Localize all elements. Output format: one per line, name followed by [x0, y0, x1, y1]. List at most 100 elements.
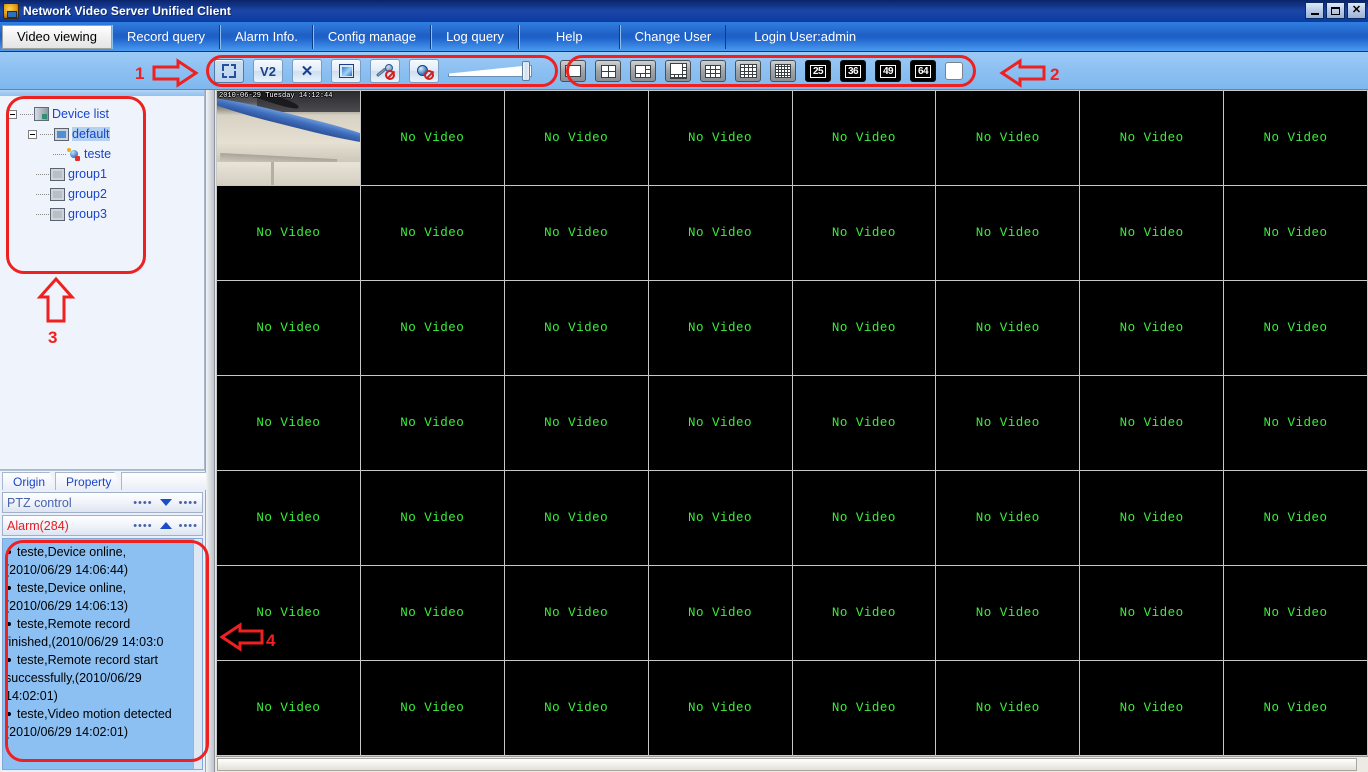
video-cell[interactable]: No Video: [936, 281, 1080, 375]
video-cell[interactable]: No Video: [936, 566, 1080, 660]
video-cell-live[interactable]: 2010-06-29 Tuesday 14:12:44: [217, 91, 360, 185]
tree-expander-minus-icon[interactable]: [8, 109, 17, 119]
video-cell[interactable]: No Video: [504, 661, 648, 755]
tab-origin[interactable]: Origin: [2, 472, 57, 490]
close-all-button[interactable]: ✕: [292, 59, 322, 83]
panel-splitter[interactable]: [206, 90, 215, 772]
layout-9-button[interactable]: [700, 60, 726, 82]
video-cell[interactable]: No Video: [217, 471, 360, 565]
video-cell[interactable]: No Video: [504, 186, 648, 280]
video-cell[interactable]: No Video: [648, 661, 792, 755]
tab-config-manage[interactable]: Config manage: [312, 24, 432, 49]
video-cell[interactable]: No Video: [792, 566, 936, 660]
tab-record-query[interactable]: Record query: [111, 24, 221, 49]
scrollbar-thumb[interactable]: [217, 758, 1358, 771]
maximize-button[interactable]: [1326, 2, 1345, 19]
tree-item-device-list[interactable]: Device list: [8, 104, 204, 124]
video-cell[interactable]: No Video: [360, 566, 504, 660]
snapshot-button[interactable]: [331, 59, 361, 83]
video-cell[interactable]: No Video: [936, 186, 1080, 280]
tab-log-query[interactable]: Log query: [431, 24, 519, 49]
layout-8-button[interactable]: [665, 60, 691, 82]
layout-4-button[interactable]: [595, 60, 621, 82]
alarm-list[interactable]: teste,Device online, (2010/06/29 14:06:4…: [2, 538, 203, 770]
video-cell[interactable]: No Video: [217, 186, 360, 280]
video-cell[interactable]: No Video: [1080, 376, 1224, 470]
layout-25-button[interactable]: 25: [805, 60, 831, 82]
video-cell[interactable]: No Video: [360, 471, 504, 565]
speaker-mute-button[interactable]: [409, 59, 439, 83]
video-cell[interactable]: No Video: [217, 566, 360, 660]
video-cell[interactable]: No Video: [504, 471, 648, 565]
video-cell[interactable]: No Video: [648, 471, 792, 565]
tree-item-group2[interactable]: group2: [8, 184, 204, 204]
layout-13-button[interactable]: [735, 60, 761, 82]
tab-help[interactable]: Help: [518, 24, 620, 49]
video-cell[interactable]: No Video: [1224, 566, 1367, 660]
volume-thumb[interactable]: [522, 61, 530, 81]
layout-36-button[interactable]: 36: [840, 60, 866, 82]
tree-item-teste[interactable]: teste: [8, 144, 204, 164]
video-cell[interactable]: No Video: [1080, 281, 1224, 375]
layout-1-button[interactable]: [560, 60, 586, 82]
video-cell[interactable]: No Video: [1224, 661, 1367, 755]
v2-button[interactable]: V2: [253, 59, 283, 83]
alarm-scrollbar[interactable]: [193, 539, 202, 769]
video-cell[interactable]: No Video: [504, 281, 648, 375]
layout-blank-button[interactable]: [945, 62, 963, 80]
ptz-control-panel-header[interactable]: PTZ control •••• ••••: [2, 492, 203, 513]
tab-video-viewing[interactable]: Video viewing: [2, 24, 112, 49]
microphone-mute-button[interactable]: [370, 59, 400, 83]
video-cell[interactable]: No Video: [792, 376, 936, 470]
video-cell[interactable]: No Video: [360, 281, 504, 375]
layout-6-button[interactable]: [630, 60, 656, 82]
video-cell[interactable]: No Video: [792, 91, 936, 185]
video-cell[interactable]: No Video: [936, 91, 1080, 185]
tree-item-default[interactable]: default: [8, 124, 204, 144]
video-cell[interactable]: No Video: [792, 281, 936, 375]
video-cell[interactable]: No Video: [648, 281, 792, 375]
fullscreen-button[interactable]: [214, 59, 244, 83]
video-cell[interactable]: No Video: [648, 91, 792, 185]
layout-64-button[interactable]: 64: [910, 60, 936, 82]
video-cell[interactable]: No Video: [648, 186, 792, 280]
alarm-panel-header[interactable]: Alarm(284) •••• ••••: [2, 515, 203, 536]
video-cell[interactable]: No Video: [1224, 91, 1367, 185]
video-cell[interactable]: No Video: [360, 186, 504, 280]
video-cell[interactable]: No Video: [936, 376, 1080, 470]
video-cell[interactable]: No Video: [792, 186, 936, 280]
video-cell[interactable]: No Video: [360, 376, 504, 470]
video-cell[interactable]: No Video: [936, 661, 1080, 755]
video-cell[interactable]: No Video: [1224, 186, 1367, 280]
video-cell[interactable]: No Video: [217, 661, 360, 755]
chevron-down-icon[interactable]: [159, 499, 172, 506]
video-cell[interactable]: No Video: [217, 281, 360, 375]
minimize-button[interactable]: [1305, 2, 1324, 19]
close-button[interactable]: ✕: [1347, 2, 1366, 19]
video-cell[interactable]: No Video: [1080, 661, 1224, 755]
video-cell[interactable]: No Video: [504, 91, 648, 185]
tab-property[interactable]: Property: [55, 472, 123, 490]
list-item[interactable]: teste,Remote record finished,(2010/06/29…: [5, 615, 200, 651]
horizontal-scrollbar[interactable]: [216, 756, 1368, 772]
device-tree[interactable]: Device list default teste group1 group2 …: [0, 90, 205, 470]
chevron-up-icon[interactable]: [159, 522, 172, 529]
video-cell[interactable]: No Video: [1080, 566, 1224, 660]
video-cell[interactable]: No Video: [1080, 186, 1224, 280]
video-cell[interactable]: No Video: [360, 91, 504, 185]
video-cell[interactable]: No Video: [1080, 471, 1224, 565]
video-cell[interactable]: No Video: [1080, 91, 1224, 185]
video-cell[interactable]: No Video: [217, 376, 360, 470]
video-cell[interactable]: No Video: [936, 471, 1080, 565]
video-cell[interactable]: No Video: [504, 376, 648, 470]
tab-alarm-info[interactable]: Alarm Info.: [220, 24, 313, 49]
list-item[interactable]: teste,Video motion detected (2010/06/29 …: [5, 705, 200, 741]
video-cell[interactable]: No Video: [792, 471, 936, 565]
video-cell[interactable]: No Video: [504, 566, 648, 660]
list-item[interactable]: teste,Device online, (2010/06/29 14:06:1…: [5, 579, 200, 615]
video-cell[interactable]: No Video: [360, 661, 504, 755]
layout-16-button[interactable]: [770, 60, 796, 82]
video-cell[interactable]: No Video: [648, 376, 792, 470]
volume-slider[interactable]: [448, 61, 540, 81]
tree-item-group3[interactable]: group3: [8, 204, 204, 224]
